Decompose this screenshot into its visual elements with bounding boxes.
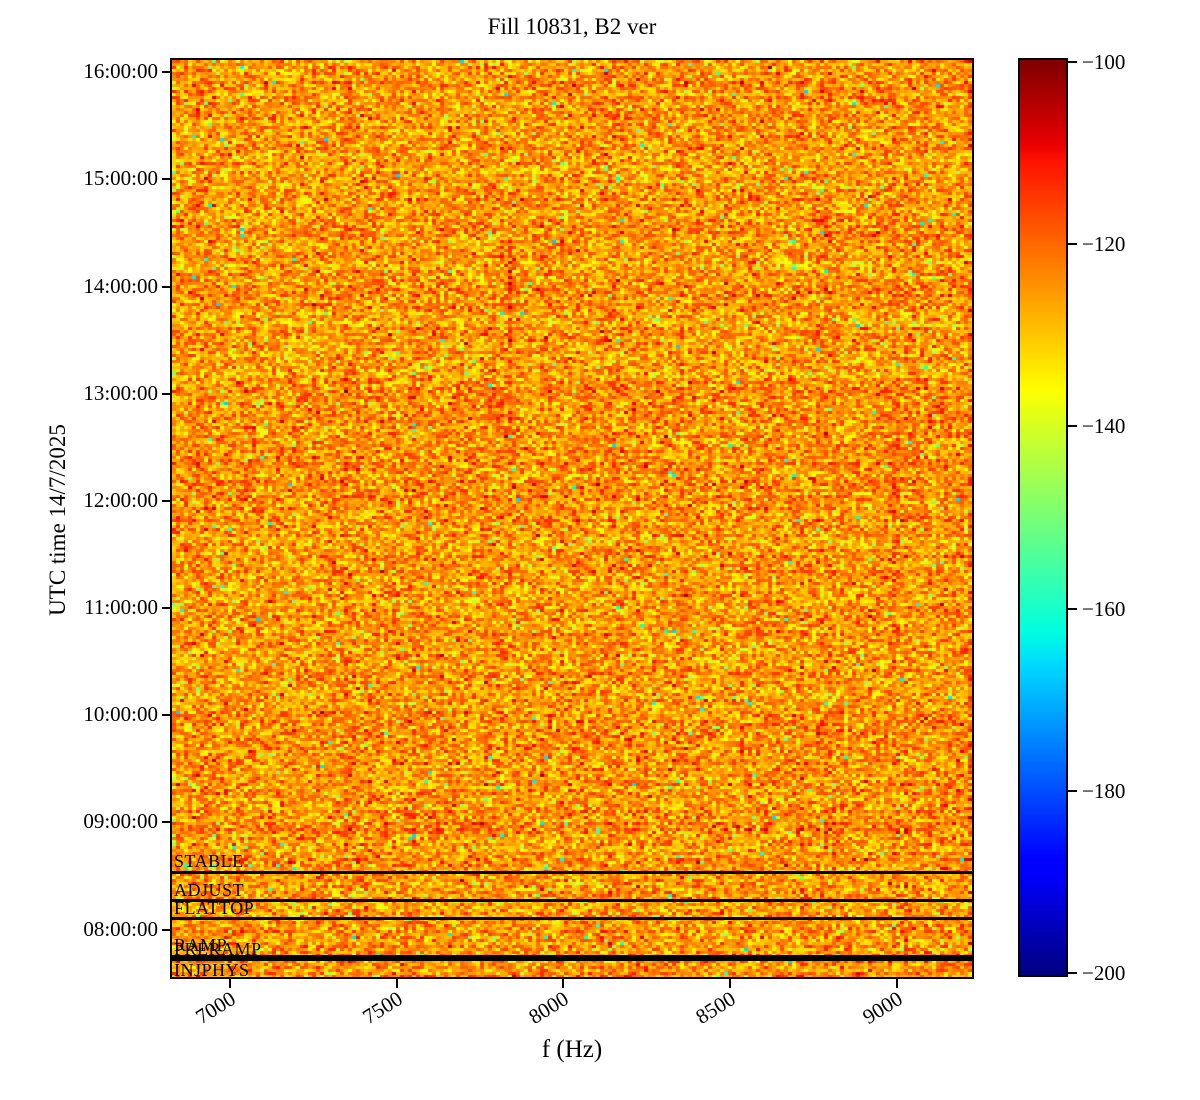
y-tick-mark [162, 607, 171, 610]
colorbar-tick-mark [1068, 972, 1077, 974]
spectrogram-heatmap [172, 60, 972, 977]
colorbar-tick-label: −200 [1082, 961, 1126, 985]
beam-mode-label-injphys: INJPHYS [174, 959, 250, 980]
x-tick-mark [562, 979, 565, 988]
x-tick-mark [229, 979, 232, 988]
y-tick-label: 13:00:00 [83, 380, 158, 405]
beam-mode-line-ramp [172, 954, 972, 958]
beam-mode-line-flattop [172, 917, 972, 921]
x-axis-label: f (Hz) [541, 1036, 603, 1063]
y-tick-mark [162, 71, 171, 74]
y-tick-label: 16:00:00 [83, 59, 158, 84]
x-tick-mark [729, 979, 732, 988]
beam-mode-label-flattop: FLATTOP [174, 897, 255, 918]
beam-mode-line-stable [172, 870, 972, 874]
spectrogram-figure: Fill 10831, B2 ver UTC time 14/7/2025 ST… [0, 0, 1200, 1100]
y-tick-mark [162, 178, 171, 181]
colorbar-tick-label: −140 [1082, 414, 1126, 439]
y-tick-label: 11:00:00 [84, 595, 158, 620]
colorbar-tick-mark [1068, 607, 1077, 610]
y-tick-mark [162, 392, 171, 395]
colorbar [1018, 58, 1068, 977]
beam-mode-line-preramp [172, 958, 972, 962]
colorbar-tick-label: −180 [1082, 778, 1126, 803]
y-tick-mark [162, 714, 171, 717]
colorbar-tick-label: −120 [1082, 232, 1126, 257]
y-tick-label: 15:00:00 [83, 166, 158, 191]
colorbar-tick-label: −100 [1082, 50, 1126, 74]
beam-mode-label-stable: STABLE [174, 851, 244, 872]
plot-area: STABLE ADJUST FLATTOP RAMP PRERAMP INJPHYS [170, 58, 974, 980]
y-tick-label: 10:00:00 [83, 702, 158, 727]
colorbar-tick-mark [1068, 789, 1077, 792]
y-tick-label: 08:00:00 [83, 916, 158, 941]
beam-mode-label-adjust: ADJUST [174, 879, 245, 900]
y-tick-mark [162, 499, 171, 502]
chart-title: Fill 10831, B2 ver [487, 14, 657, 39]
colorbar-tick-mark [1068, 61, 1077, 63]
y-tick-mark [162, 928, 171, 931]
x-tick-mark [895, 979, 898, 988]
beam-mode-label-preramp: PRERAMP [174, 938, 262, 959]
y-tick-mark [162, 285, 171, 288]
y-tick-label: 14:00:00 [83, 273, 158, 298]
colorbar-tick-mark [1068, 243, 1077, 246]
colorbar-tick-mark [1068, 425, 1077, 428]
y-tick-label: 12:00:00 [83, 487, 158, 512]
colorbar-gradient [1020, 60, 1066, 975]
colorbar-tick-label: −160 [1082, 596, 1126, 621]
y-tick-mark [162, 821, 171, 824]
beam-mode-line-adjust [172, 899, 972, 903]
x-tick-mark [395, 979, 398, 988]
y-tick-label: 09:00:00 [83, 809, 158, 834]
